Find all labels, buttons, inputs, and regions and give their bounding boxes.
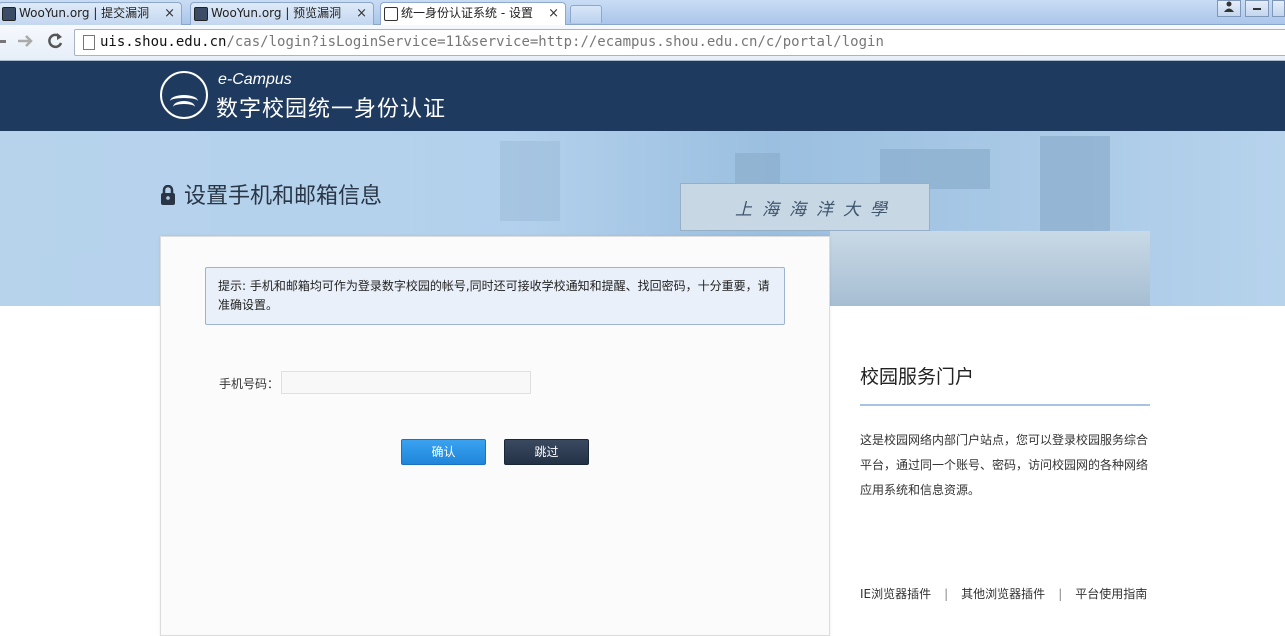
settings-form-card: 提示: 手机和邮箱均可作为登录数字校园的帐号,同时还可接收学校通知和提醒、找回密… xyxy=(160,236,830,636)
url-host: uis.shou.edu.cn xyxy=(100,34,227,50)
reload-icon[interactable] xyxy=(45,31,65,55)
notice-box: 提示: 手机和邮箱均可作为登录数字校园的帐号,同时还可接收学校通知和提醒、找回密… xyxy=(205,267,785,325)
tab-label: WooYun.org | 提交漏洞 xyxy=(19,6,150,20)
close-icon[interactable]: × xyxy=(356,3,367,24)
tab-label: 统一身份认证系统 - 设置 xyxy=(401,6,533,20)
brand-title: 数字校园统一身份认证 xyxy=(216,97,447,122)
logo-wave xyxy=(173,101,195,113)
university-logo xyxy=(160,71,208,119)
browser-tab-bar: WooYun.org | 提交漏洞 × WooYun.org | 预览漏洞 × … xyxy=(0,0,1285,26)
banner-gate-text: 上海海洋大學 xyxy=(735,200,897,220)
sidebar-divider xyxy=(860,404,1150,406)
favicon-icon xyxy=(384,7,398,21)
back-icon[interactable] xyxy=(0,31,8,55)
tab-submit-bug[interactable]: WooYun.org | 提交漏洞 × xyxy=(0,2,182,25)
banner-building xyxy=(1040,136,1110,231)
platform-guide-link[interactable]: 平台使用指南 xyxy=(1075,587,1147,601)
new-tab-button[interactable] xyxy=(570,5,602,23)
url-path: /cas/login?isLoginService=11&service=htt… xyxy=(226,34,884,50)
other-browser-plugin-link[interactable]: 其他浏览器插件 xyxy=(961,587,1045,601)
phone-input[interactable] xyxy=(281,371,531,394)
browser-toolbar: uis.shou.edu.cn/cas/login?isLoginService… xyxy=(0,25,1285,61)
banner-building xyxy=(735,153,780,183)
forward-icon[interactable] xyxy=(16,31,36,55)
sidebar-description: 这是校园网络内部门户站点，您可以登录校园服务综合平台，通过同一个账号、密码，访问… xyxy=(860,433,1149,497)
confirm-button[interactable]: 确认 xyxy=(401,439,486,465)
minimize-icon[interactable] xyxy=(1245,0,1269,17)
phone-label: 手机号码： xyxy=(219,377,280,391)
page-icon xyxy=(83,35,95,50)
url-text: uis.shou.edu.cn/cas/login?isLoginService… xyxy=(100,34,884,50)
banner-building xyxy=(500,141,560,221)
lock-icon xyxy=(161,185,175,205)
brand-subtitle: e-Campus xyxy=(218,71,292,88)
ie-plugin-link[interactable]: IE浏览器插件 xyxy=(860,587,931,601)
tab-auth-settings[interactable]: 统一身份认证系统 - 设置 × xyxy=(380,2,566,26)
favicon-icon xyxy=(2,7,16,21)
favicon-icon xyxy=(194,7,208,21)
page-title: 设置手机和邮箱信息 xyxy=(184,184,383,209)
close-icon[interactable]: × xyxy=(548,3,559,24)
sidebar-title: 校园服务门户 xyxy=(860,366,975,388)
banner-road xyxy=(830,231,1150,306)
site-header: e-Campus 数字校园统一身份认证 xyxy=(0,61,1285,131)
close-icon[interactable]: × xyxy=(164,3,175,24)
link-separator: | xyxy=(944,587,949,601)
sidebar-links: IE浏览器插件 | 其他浏览器插件 | 平台使用指南 xyxy=(860,585,1147,602)
maximize-icon[interactable] xyxy=(1272,0,1285,17)
user-icon[interactable] xyxy=(1217,0,1241,17)
address-bar[interactable]: uis.shou.edu.cn/cas/login?isLoginService… xyxy=(74,29,1285,56)
skip-button[interactable]: 跳过 xyxy=(504,439,589,465)
link-separator: | xyxy=(1058,587,1063,601)
tab-preview-bug[interactable]: WooYun.org | 预览漏洞 × xyxy=(190,2,374,25)
tab-label: WooYun.org | 预览漏洞 xyxy=(211,6,342,20)
